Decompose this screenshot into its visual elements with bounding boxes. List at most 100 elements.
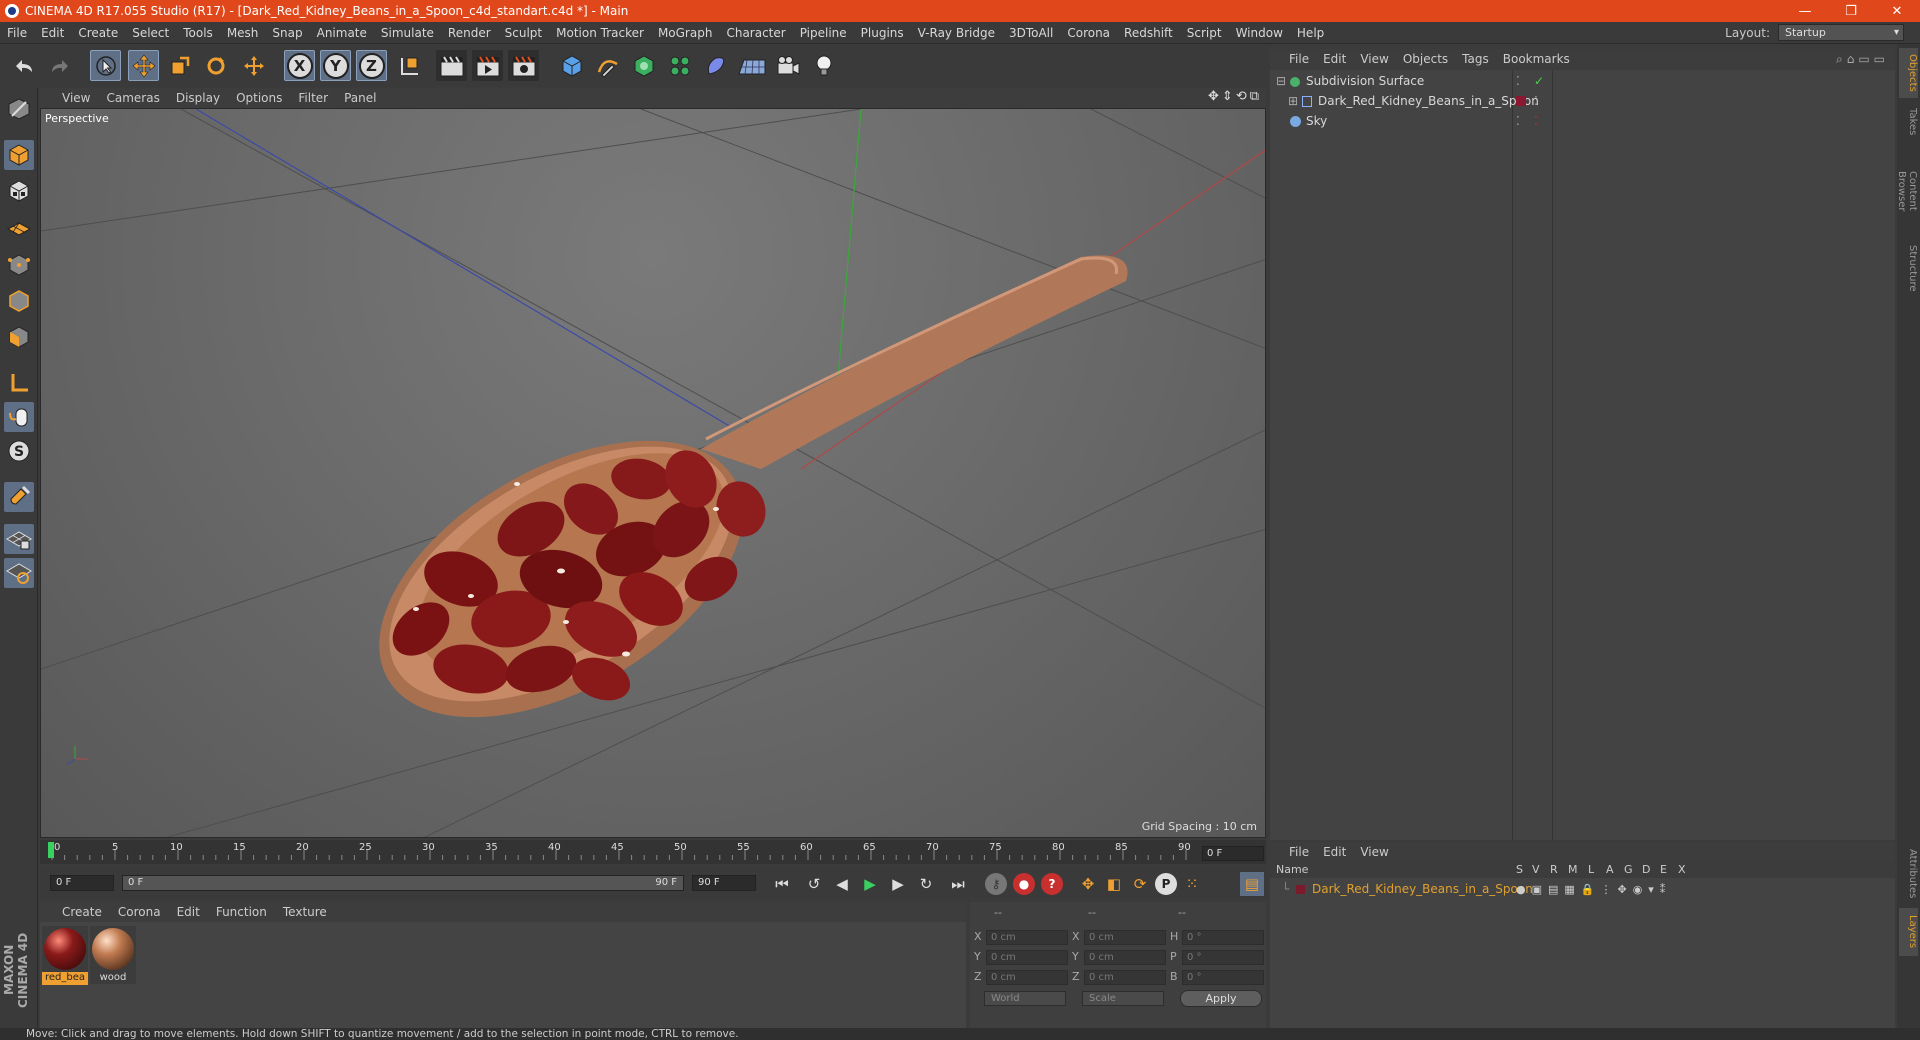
menu-vray-bridge[interactable]: V-Ray Bridge bbox=[911, 26, 1002, 40]
go-to-next-key-button[interactable]: ↻ bbox=[914, 872, 938, 896]
viewport-menu-panel[interactable]: Panel bbox=[336, 91, 384, 105]
pos-x-field[interactable]: 0 cm bbox=[986, 930, 1068, 945]
menu-window[interactable]: Window bbox=[1229, 26, 1290, 40]
menu-mograph[interactable]: MoGraph bbox=[651, 26, 720, 40]
menu-render[interactable]: Render bbox=[441, 26, 498, 40]
collapse-icon[interactable]: ⊟ bbox=[1276, 72, 1286, 91]
material-swatch-red-bean[interactable]: red_bea bbox=[42, 926, 88, 984]
object-row-sky[interactable]: Sky ⁚ ⁚ bbox=[1270, 112, 1895, 131]
add-deformer-button[interactable] bbox=[700, 50, 731, 81]
menu-character[interactable]: Character bbox=[719, 26, 792, 40]
key-rotation-button[interactable]: ⟳ bbox=[1128, 872, 1152, 896]
menu-pipeline[interactable]: Pipeline bbox=[793, 26, 854, 40]
add-spline-button[interactable] bbox=[592, 50, 623, 81]
tab-content-browser[interactable]: Content Browser bbox=[1899, 146, 1918, 236]
axis-mode-button[interactable] bbox=[4, 368, 34, 398]
layer-toggle-icons[interactable]: ●▣▤▦🔒⋮✥◉▾⁑ bbox=[1516, 880, 1671, 899]
menu-plugins[interactable]: Plugins bbox=[854, 26, 911, 40]
add-floor-button[interactable] bbox=[736, 50, 767, 81]
perspective-viewport[interactable]: Perspective Grid Spacing : 10 cm bbox=[40, 108, 1266, 838]
close-button[interactable]: ✕ bbox=[1874, 4, 1920, 19]
minimize-button[interactable]: — bbox=[1782, 4, 1828, 19]
menu-file[interactable]: File bbox=[0, 26, 34, 40]
workplane-mode-button[interactable] bbox=[4, 212, 34, 242]
timeline-window-button[interactable]: ▤ bbox=[1240, 872, 1264, 896]
timeline-ruler[interactable]: 0 5 10 15 20 25 30 35 40 45 50 55 60 65 … bbox=[40, 840, 1266, 864]
rotate-tool-button[interactable] bbox=[200, 50, 231, 81]
key-pla-button[interactable]: ⁙ bbox=[1180, 872, 1204, 896]
material-menu-edit[interactable]: Edit bbox=[169, 905, 208, 919]
menu-tools[interactable]: Tools bbox=[176, 26, 220, 40]
menu-select[interactable]: Select bbox=[125, 26, 176, 40]
object-menu-edit[interactable]: Edit bbox=[1316, 52, 1353, 66]
viewport-menu-cameras[interactable]: Cameras bbox=[98, 91, 167, 105]
material-swatch-wood[interactable]: wood bbox=[90, 926, 136, 984]
polygons-mode-button[interactable] bbox=[4, 322, 34, 352]
start-frame-field[interactable]: 0 F bbox=[50, 875, 114, 891]
grid-refresh-button[interactable] bbox=[4, 558, 34, 588]
pos-y-field[interactable]: 0 cm bbox=[986, 950, 1068, 965]
layout-dropdown[interactable]: Startup bbox=[1778, 24, 1904, 41]
step-back-button[interactable]: ◀ bbox=[830, 872, 854, 896]
rot-p-field[interactable]: 0 ° bbox=[1182, 950, 1264, 965]
size-y-field[interactable]: 0 cm bbox=[1084, 950, 1166, 965]
size-x-field[interactable]: 0 cm bbox=[1084, 930, 1166, 945]
visibility-dots-icon[interactable]: ⁚ bbox=[1516, 112, 1520, 131]
record-active-button[interactable]: ● bbox=[1012, 872, 1036, 896]
object-menu-objects[interactable]: Objects bbox=[1396, 52, 1455, 66]
object-row-beans-spoon[interactable]: ⊞ Dark_Red_Kidney_Beans_in_a_Spoon ⁚ bbox=[1270, 92, 1895, 111]
material-menu-texture[interactable]: Texture bbox=[275, 905, 335, 919]
y-axis-lock-button[interactable]: Y bbox=[320, 50, 351, 81]
viewport-nav-icons[interactable]: ✥⇕⟲⧉ bbox=[1208, 89, 1262, 104]
rot-h-field[interactable]: 0 ° bbox=[1182, 930, 1264, 945]
expand-icon[interactable]: ⊞ bbox=[1288, 92, 1298, 111]
material-menu-create[interactable]: Create bbox=[54, 905, 110, 919]
frame-range-slider[interactable]: 0 F 90 F bbox=[122, 875, 684, 891]
object-manager-tools-icons[interactable]: ⌕⌂▭▭ bbox=[1836, 52, 1889, 67]
menu-sculpt[interactable]: Sculpt bbox=[498, 26, 549, 40]
snapping-button[interactable]: S bbox=[4, 436, 34, 466]
go-to-end-button[interactable]: ⏭ bbox=[946, 872, 970, 896]
redo-button[interactable] bbox=[44, 50, 75, 81]
keyframe-record-button[interactable]: ⚷ bbox=[984, 872, 1008, 896]
add-cube-button[interactable] bbox=[556, 50, 587, 81]
z-axis-lock-button[interactable]: Z bbox=[356, 50, 387, 81]
tab-layers[interactable]: Layers bbox=[1899, 908, 1918, 956]
layer-menu-file[interactable]: File bbox=[1282, 845, 1316, 859]
visibility-dots-icon[interactable]: ⁚ bbox=[1516, 72, 1520, 91]
layer-color-swatch[interactable] bbox=[1296, 885, 1305, 894]
layer-menu-edit[interactable]: Edit bbox=[1316, 845, 1353, 859]
tab-objects[interactable]: Objects bbox=[1899, 48, 1918, 98]
move-tool-button[interactable] bbox=[128, 50, 159, 81]
tab-structure[interactable]: Structure bbox=[1899, 240, 1918, 296]
render-tag-icon[interactable]: ⁚ bbox=[1534, 112, 1538, 131]
material-menu-corona[interactable]: Corona bbox=[110, 905, 169, 919]
layer-row[interactable]: └ Dark_Red_Kidney_Beans_in_a_Spoon ●▣▤▦🔒… bbox=[1270, 880, 1895, 899]
render-to-picture-viewer-button[interactable] bbox=[472, 50, 503, 81]
last-tool-button[interactable] bbox=[238, 50, 269, 81]
viewport-menu-options[interactable]: Options bbox=[228, 91, 290, 105]
menu-help[interactable]: Help bbox=[1290, 26, 1331, 40]
autokey-button[interactable]: ? bbox=[1040, 872, 1064, 896]
object-menu-view[interactable]: View bbox=[1353, 52, 1395, 66]
viewport-menu-filter[interactable]: Filter bbox=[290, 91, 336, 105]
object-menu-file[interactable]: File bbox=[1282, 52, 1316, 66]
menu-3dtoall[interactable]: 3DToAll bbox=[1002, 26, 1060, 40]
menu-mesh[interactable]: Mesh bbox=[220, 26, 266, 40]
coordinate-system-button[interactable] bbox=[394, 50, 425, 81]
render-view-button[interactable] bbox=[436, 50, 467, 81]
menu-corona[interactable]: Corona bbox=[1060, 26, 1117, 40]
scale-tool-button[interactable] bbox=[164, 50, 195, 81]
add-array-button[interactable] bbox=[664, 50, 695, 81]
add-camera-button[interactable] bbox=[772, 50, 803, 81]
end-frame-field[interactable]: 90 F bbox=[692, 875, 756, 891]
object-menu-tags[interactable]: Tags bbox=[1455, 52, 1496, 66]
menu-motion-tracker[interactable]: Motion Tracker bbox=[549, 26, 651, 40]
enabled-check-icon[interactable]: ✓ bbox=[1534, 72, 1544, 91]
texture-mode-button[interactable] bbox=[4, 176, 34, 206]
x-axis-lock-button[interactable]: X bbox=[284, 50, 315, 81]
go-to-previous-key-button[interactable]: ↺ bbox=[802, 872, 826, 896]
pos-z-field[interactable]: 0 cm bbox=[986, 970, 1068, 985]
menu-simulate[interactable]: Simulate bbox=[374, 26, 441, 40]
viewport-menu-view[interactable]: View bbox=[54, 91, 98, 105]
